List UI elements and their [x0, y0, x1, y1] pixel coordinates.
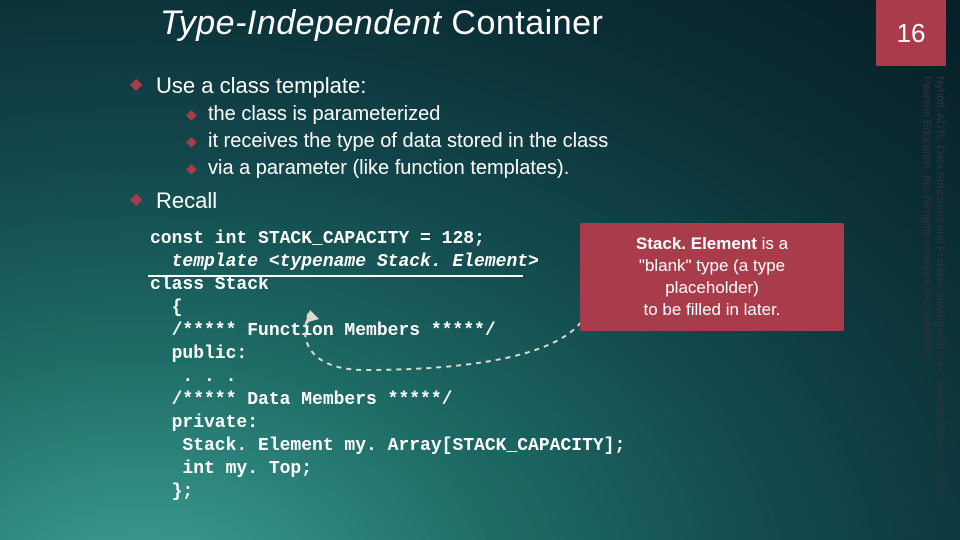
callout-text: is a: [757, 234, 788, 253]
code-line: private:: [150, 413, 258, 433]
code-line: . . .: [150, 367, 236, 387]
code-line: class Stack: [150, 275, 269, 295]
code-line: const int STACK_CAPACITY = 128;: [150, 229, 485, 249]
callout-box: Stack. Element is a "blank" type (a type…: [580, 223, 844, 331]
callout-line: Stack. Element is a: [592, 233, 832, 255]
code-line: /***** Function Members *****/: [150, 321, 496, 341]
callout-line: placeholder): [592, 277, 832, 299]
body-content: Use a class template: the class is param…: [130, 68, 850, 218]
bullet-text: Use a class template:: [156, 73, 366, 98]
code-line: {: [150, 298, 182, 318]
callout-line: "blank" type (a type: [592, 255, 832, 277]
code-line: int my. Top;: [150, 459, 312, 479]
subbullet-receives-type: it receives the type of data stored in t…: [186, 129, 850, 154]
callout-line: to be filled in later.: [592, 299, 832, 321]
code-line: /***** Data Members *****/: [150, 390, 452, 410]
bullet-recall: Recall: [130, 187, 850, 215]
code-line: Stack. Element my. Array[STACK_CAPACITY]…: [150, 436, 625, 456]
subbullet-parameterized: the class is parameterized: [186, 102, 850, 127]
code-line: };: [150, 482, 193, 502]
title-italic: Type-Independent: [160, 4, 441, 42]
copyright-vertical: Nyhoff, ADTs, Data Structures and Proble…: [880, 76, 946, 516]
template-underline: [148, 275, 523, 277]
bullet-use-class-template: Use a class template: the class is param…: [130, 72, 850, 181]
page-number-badge: 16: [876, 0, 946, 66]
title-rest: Container: [441, 4, 603, 42]
code-line-template: template <typename Stack. Element>: [150, 252, 539, 272]
callout-strong: Stack. Element: [636, 234, 757, 253]
subbullet-via-parameter: via a parameter (like function templates…: [186, 156, 850, 181]
slide-title: Type-Independent Container: [160, 4, 603, 43]
code-line: public:: [150, 344, 247, 364]
